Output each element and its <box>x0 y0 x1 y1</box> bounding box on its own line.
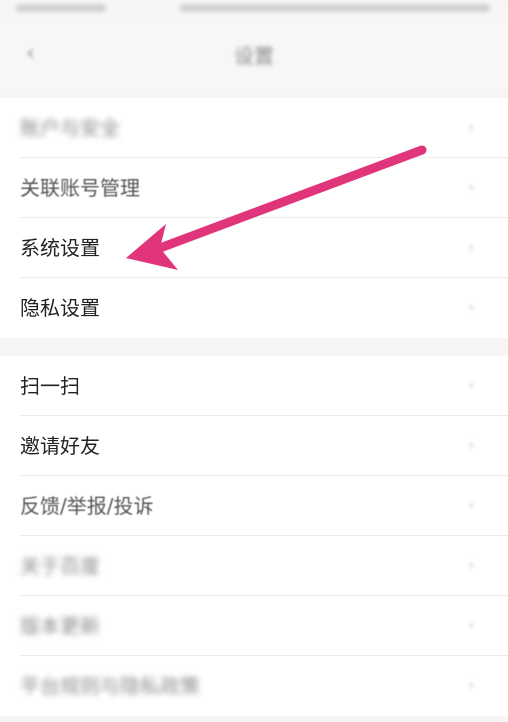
list-item-version-update[interactable]: 版本更新 › <box>0 596 508 656</box>
list-item-system-settings[interactable]: 系统设置 › <box>0 218 508 278</box>
chevron-right-icon: › <box>468 375 475 394</box>
settings-section-general: 扫一扫 › 邀请好友 › 反馈/举报/投诉 › 关于百度 › 版本更新 › 平台… <box>0 356 508 716</box>
list-item-label: 反馈/举报/投诉 <box>20 494 154 518</box>
list-item-account-security[interactable]: 账户与安全 › <box>0 98 508 158</box>
list-item-scan[interactable]: 扫一扫 › <box>0 356 508 416</box>
list-item-label: 扫一扫 <box>20 374 80 398</box>
list-item-label: 隐私设置 <box>20 296 100 320</box>
list-item-privacy-settings[interactable]: 隐私设置 › <box>0 278 508 338</box>
status-bar <box>0 0 508 18</box>
chevron-right-icon: › <box>468 297 475 316</box>
list-item-label: 版本更新 <box>20 614 100 638</box>
list-item-label: 关联账号管理 <box>20 176 140 200</box>
chevron-right-icon: › <box>468 237 475 256</box>
page-title: 设置 <box>234 44 274 68</box>
list-item-linked-accounts[interactable]: 关联账号管理 › <box>0 158 508 218</box>
chevron-right-icon: › <box>468 495 475 514</box>
list-item-label: 账户与安全 <box>20 116 120 140</box>
list-item-label: 关于百度 <box>20 554 100 578</box>
chevron-right-icon: › <box>468 615 475 634</box>
chevron-right-icon: › <box>468 177 475 196</box>
header-bar: ‹ 设置 <box>0 18 508 90</box>
list-item-about[interactable]: 关于百度 › <box>0 536 508 596</box>
chevron-right-icon: › <box>468 555 475 574</box>
chevron-right-icon: › <box>468 117 475 136</box>
list-item-invite-friends[interactable]: 邀请好友 › <box>0 416 508 476</box>
chevron-right-icon: › <box>468 435 475 454</box>
settings-section-account: 账户与安全 › 关联账号管理 › 系统设置 › 隐私设置 › <box>0 98 508 338</box>
list-item-label: 系统设置 <box>20 236 100 260</box>
list-item-feedback[interactable]: 反馈/举报/投诉 › <box>0 476 508 536</box>
list-item-label: 邀请好友 <box>20 434 100 458</box>
list-item-label: 平台规则与隐私政策 <box>20 674 200 698</box>
list-item-platform-rules[interactable]: 平台规则与隐私政策 › <box>0 656 508 716</box>
chevron-right-icon: › <box>468 675 475 694</box>
